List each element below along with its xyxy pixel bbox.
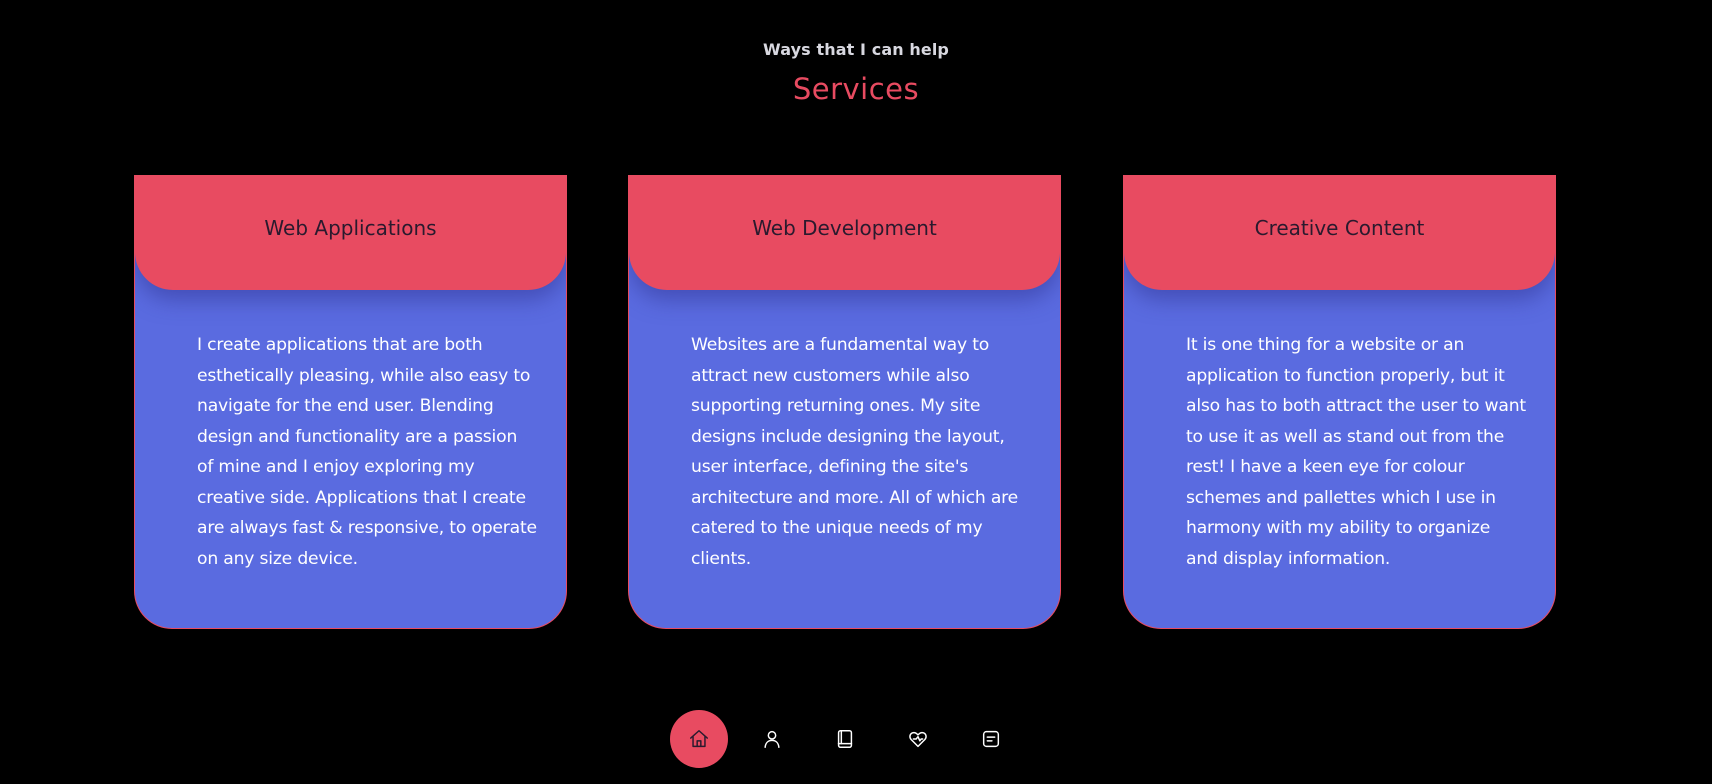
nav-experience-button[interactable] [816, 710, 874, 768]
service-card-web-applications: Web Applications I create applications t… [134, 175, 567, 629]
heart-hand-icon [909, 731, 927, 748]
card-description: Websites are a fundamental way to attrac… [691, 335, 1019, 569]
nav-home-button[interactable] [670, 710, 728, 768]
service-card-creative-content: Creative Content It is one thing for a w… [1123, 175, 1556, 629]
nav-services-button[interactable] [889, 710, 947, 768]
card-title: Web Development [752, 215, 937, 240]
section-subtitle: Ways that I can help [763, 40, 949, 59]
card-title: Web Applications [264, 215, 437, 240]
section-title: Services [792, 72, 920, 106]
card-header: Creative Content [1124, 175, 1555, 290]
message-icon [982, 730, 1000, 748]
card-header: Web Applications [135, 175, 566, 290]
user-icon [764, 730, 780, 748]
nav-about-button[interactable] [743, 710, 801, 768]
service-card-web-development: Web Development Websites are a fundament… [628, 175, 1061, 629]
nav-contact-button[interactable] [962, 710, 1020, 768]
home-icon [690, 730, 708, 748]
bottom-nav [670, 710, 1035, 768]
book-icon [837, 730, 853, 748]
card-description: I create applications that are both esth… [197, 335, 537, 569]
card-title: Creative Content [1254, 215, 1425, 240]
card-header: Web Development [629, 175, 1060, 290]
card-description: It is one thing for a website or an appl… [1186, 335, 1526, 569]
